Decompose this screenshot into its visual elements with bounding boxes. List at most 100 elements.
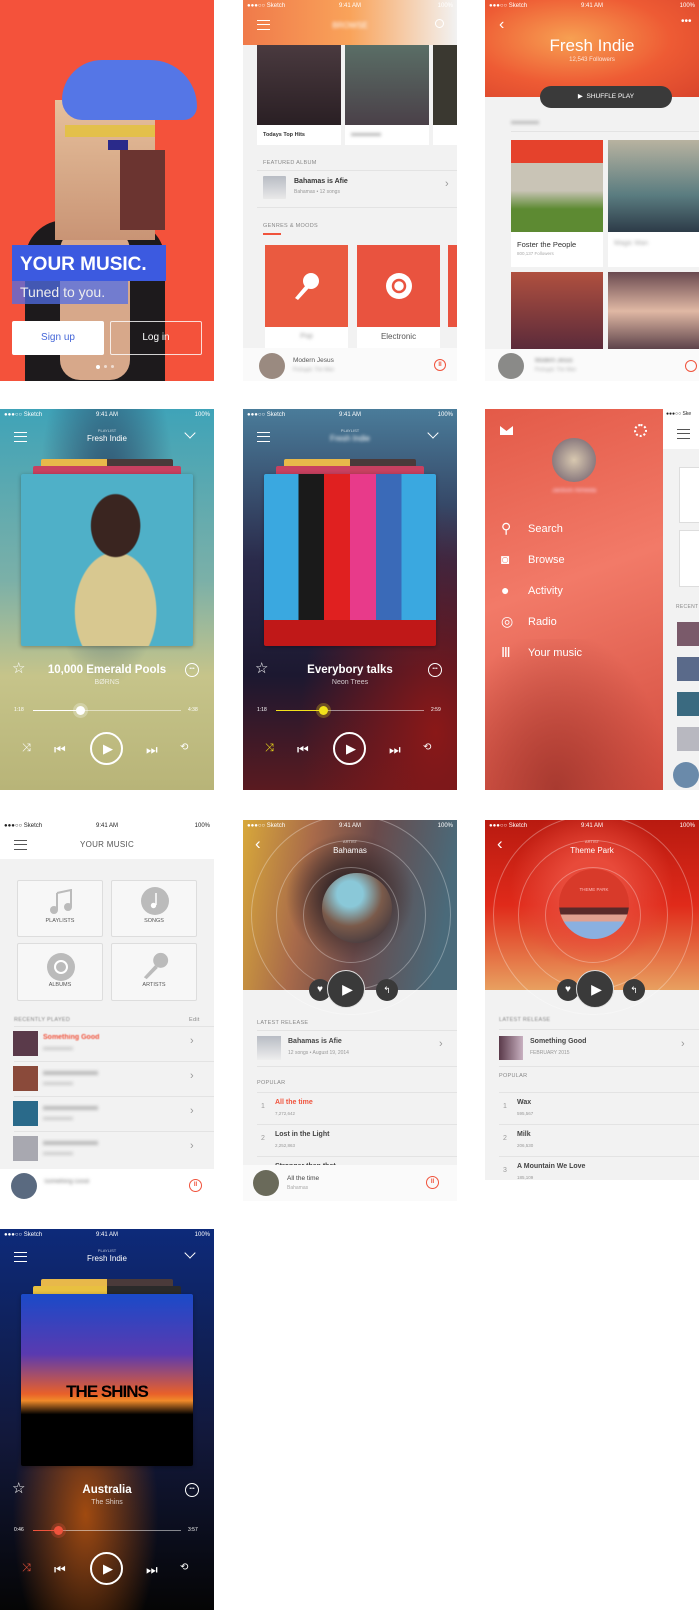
gear-icon[interactable] — [634, 424, 647, 437]
playlist-card[interactable]: Todays Top Hits — [257, 45, 341, 145]
chevron-right-icon: › — [190, 1140, 194, 1152]
mini-player[interactable]: All the time Bahamas II — [243, 1165, 457, 1201]
play-button[interactable]: ▶ — [90, 1552, 123, 1585]
latest-release[interactable]: Bahamas is Afie 12 songs • August 19, 20… — [257, 1032, 457, 1066]
tile-playlists[interactable]: PLAYLISTS — [17, 880, 103, 937]
track-row[interactable]: 2 Milk 206,530 — [499, 1124, 699, 1156]
shuffle-play-button[interactable]: ▶ SHUFFLE PLAY — [540, 86, 672, 108]
latest-release[interactable]: Something Good FEBRUARY 2015 › — [499, 1032, 699, 1066]
more-options-icon[interactable]: ••• — [185, 1483, 199, 1497]
release-title: Bahamas is Afie — [288, 1038, 342, 1045]
track-artist: The Shins — [91, 1499, 123, 1506]
tile-label: PLAYLISTS — [45, 918, 75, 924]
repeat-button[interactable]: ⟲ — [180, 1562, 188, 1573]
menu-item-activity[interactable]: ● Activity — [499, 580, 649, 604]
shuffle-button[interactable]: ⤨ — [22, 742, 31, 755]
tile-artists[interactable]: ARTISTS — [111, 943, 197, 1001]
progress-fill — [33, 710, 81, 711]
next-button[interactable]: ⏭ — [146, 1562, 158, 1578]
track-title: All the time — [275, 1099, 313, 1106]
mini-player[interactable]: Something Good II — [0, 1169, 214, 1201]
featured-label: FEATURED ALBUM — [263, 160, 317, 166]
menu-item-your-music[interactable]: Ⅲ Your music — [499, 642, 649, 666]
chevron-right-icon: › — [190, 1070, 194, 1082]
genre-tile-pop[interactable]: Pop — [265, 245, 348, 348]
page-title: BROWSE — [332, 21, 368, 30]
repeat-button[interactable]: ⟲ — [180, 742, 188, 753]
genre-tile-electronic[interactable]: Electronic — [357, 245, 440, 348]
progress-slider[interactable] — [33, 1526, 181, 1535]
previous-button[interactable]: ⏮ — [54, 742, 66, 758]
recent-item[interactable]: Something Good › — [0, 1026, 214, 1061]
pause-button[interactable]: II — [434, 359, 446, 371]
battery: 100% — [437, 3, 453, 9]
avatar — [11, 1173, 37, 1199]
tile-albums[interactable]: ALBUMS — [17, 943, 103, 1001]
pause-button[interactable]: II — [189, 1179, 202, 1192]
playlist-card[interactable] — [433, 45, 457, 145]
play-button[interactable]: ▶ — [333, 732, 366, 765]
search-icon: ⚲ — [501, 520, 512, 536]
pause-button[interactable]: II — [426, 1176, 439, 1189]
recent-item[interactable]: › — [0, 1096, 214, 1131]
back-icon[interactable]: ‹ — [499, 16, 504, 34]
next-button[interactable]: ⏭ — [146, 742, 158, 758]
menu-item-browse[interactable]: ◙ Browse — [499, 549, 649, 573]
chevron-right-icon: › — [681, 1038, 685, 1050]
more-options-icon[interactable]: ••• — [428, 663, 442, 677]
login-button[interactable]: Log in — [110, 321, 202, 355]
track-row[interactable]: 3 A Mountain We Love 185,109 — [499, 1156, 699, 1180]
share-button[interactable]: ↰ — [623, 979, 645, 1001]
recent-item[interactable]: › — [0, 1061, 214, 1096]
play-button[interactable]: ▶ — [327, 970, 365, 1008]
mini-player[interactable]: Modern Jesus Portugal. The Man — [485, 349, 699, 381]
repeat-button[interactable]: ⟲ — [423, 742, 431, 753]
playlist-card[interactable] — [345, 45, 429, 145]
track-row[interactable]: 2 Lost in the Light 2,252,863 — [257, 1124, 457, 1156]
page-indicator[interactable] — [96, 365, 114, 369]
mail-icon[interactable] — [500, 426, 513, 435]
signup-button[interactable]: Sign up — [12, 321, 104, 355]
tile-songs[interactable]: SONGS — [111, 880, 197, 937]
more-options-icon[interactable]: ••• — [185, 663, 199, 677]
side-menu: Jardson Almeida ⚲ Search ◙ Browse ● Acti… — [485, 409, 663, 790]
previous-button[interactable]: ⏮ — [54, 1562, 66, 1578]
progress-slider[interactable] — [33, 706, 181, 715]
genre-label: Electronic — [380, 332, 417, 341]
clock: 9:41 AM — [338, 412, 361, 418]
share-button[interactable]: ↰ — [376, 979, 398, 1001]
progress-knob[interactable] — [76, 706, 86, 715]
featured-album[interactable]: Bahamas is Afie Bahamas • 12 songs › — [263, 174, 453, 206]
followers-count: 12,543 Followers — [569, 57, 615, 63]
release-label: LATEST RELEASE — [499, 1017, 551, 1023]
track-row[interactable]: 1 All the time 7,272,642 — [257, 1092, 457, 1124]
progress-knob[interactable] — [54, 1526, 64, 1535]
tile-label: ARTISTS — [142, 982, 166, 988]
menu-item-search[interactable]: ⚲ Search — [499, 518, 649, 542]
mini-player[interactable]: Modern Jesus Portugal. The Man II — [243, 348, 457, 381]
progress-slider[interactable] — [276, 706, 424, 715]
clock: 9:41 AM — [338, 823, 361, 829]
search-icon[interactable] — [435, 19, 444, 28]
avatar[interactable] — [552, 438, 596, 482]
release-subtitle: 12 songs • August 19, 2014 — [288, 1050, 349, 1056]
artist-card[interactable]: Foster the People 800,137 Followers — [511, 140, 603, 267]
more-icon[interactable]: ••• — [681, 16, 692, 27]
playlist-screen: ●●●○○ Sketch 9:41 AM 100% ‹ ••• Fresh Indi… — [485, 0, 699, 381]
shuffle-button[interactable]: ⤨ — [265, 742, 274, 755]
track-row[interactable]: 1 Wax 595,567 — [499, 1092, 699, 1124]
previous-button[interactable]: ⏮ — [297, 742, 309, 758]
next-button[interactable]: ⏭ — [389, 742, 401, 758]
play-button[interactable]: ▶ — [90, 732, 123, 765]
play-count: 185,109 — [517, 1175, 534, 1180]
recent-item[interactable]: › — [0, 1131, 214, 1166]
edit-button[interactable]: Edit — [189, 1017, 200, 1023]
tile-label: SONGS — [144, 918, 164, 924]
artist-card[interactable]: Magic Man — [608, 140, 699, 267]
play-button[interactable] — [685, 360, 697, 372]
menu-icon[interactable] — [677, 429, 690, 439]
progress-knob[interactable] — [319, 706, 329, 715]
play-button[interactable]: ▶ — [576, 970, 614, 1008]
shuffle-button[interactable]: ⤨ — [22, 1562, 31, 1575]
menu-item-radio[interactable]: ◎ Radio — [499, 611, 649, 635]
